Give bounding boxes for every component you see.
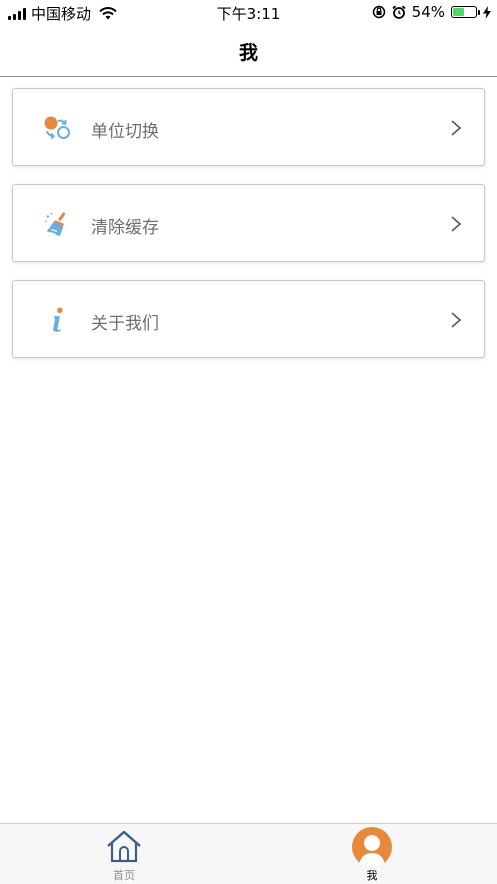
menu-item-label: 关于我们 [91, 314, 159, 334]
menu-item-label: 单位切换 [91, 122, 159, 142]
tab-home[interactable]: 首页 [0, 824, 248, 884]
settings-menu: 单位切换 清除缓存 关于我们 [12, 88, 485, 376]
battery-percent: 54% [411, 3, 445, 21]
clear-cache-broom-icon [45, 212, 66, 237]
charging-icon [483, 5, 491, 19]
page-title: 我 [238, 42, 258, 64]
home-icon [107, 830, 141, 863]
wifi-icon [99, 7, 117, 20]
user-icon [352, 827, 392, 867]
tab-bar: 首页 我 [0, 823, 497, 884]
menu-item-clear-cache[interactable]: 清除缓存 [12, 184, 485, 262]
tab-me[interactable]: 我 [248, 824, 496, 884]
orientation-lock-icon [372, 5, 385, 19]
status-right: 54% [372, 3, 491, 21]
menu-item-unit-switch[interactable]: 单位切换 [12, 88, 485, 166]
menu-item-about-us[interactable]: 关于我们 [12, 280, 485, 358]
chevron-right-icon [451, 120, 462, 136]
signal-icon [8, 7, 26, 20]
unit-switch-icon [44, 116, 70, 140]
status-bar: 中国移动 下午3:11 54% [0, 0, 497, 26]
carrier-name: 中国移动 [31, 5, 92, 23]
nav-bar: 我 [0, 26, 497, 77]
tab-label: 我 [366, 869, 378, 882]
battery-icon [451, 6, 480, 18]
chevron-right-icon [451, 216, 462, 232]
menu-item-label: 清除缓存 [91, 218, 159, 238]
chevron-right-icon [451, 312, 462, 328]
status-left: 中国移动 [8, 3, 117, 24]
tab-label: 首页 [113, 869, 135, 882]
battery-level-fill [453, 8, 464, 16]
info-icon [53, 307, 63, 332]
alarm-icon [392, 5, 406, 19]
